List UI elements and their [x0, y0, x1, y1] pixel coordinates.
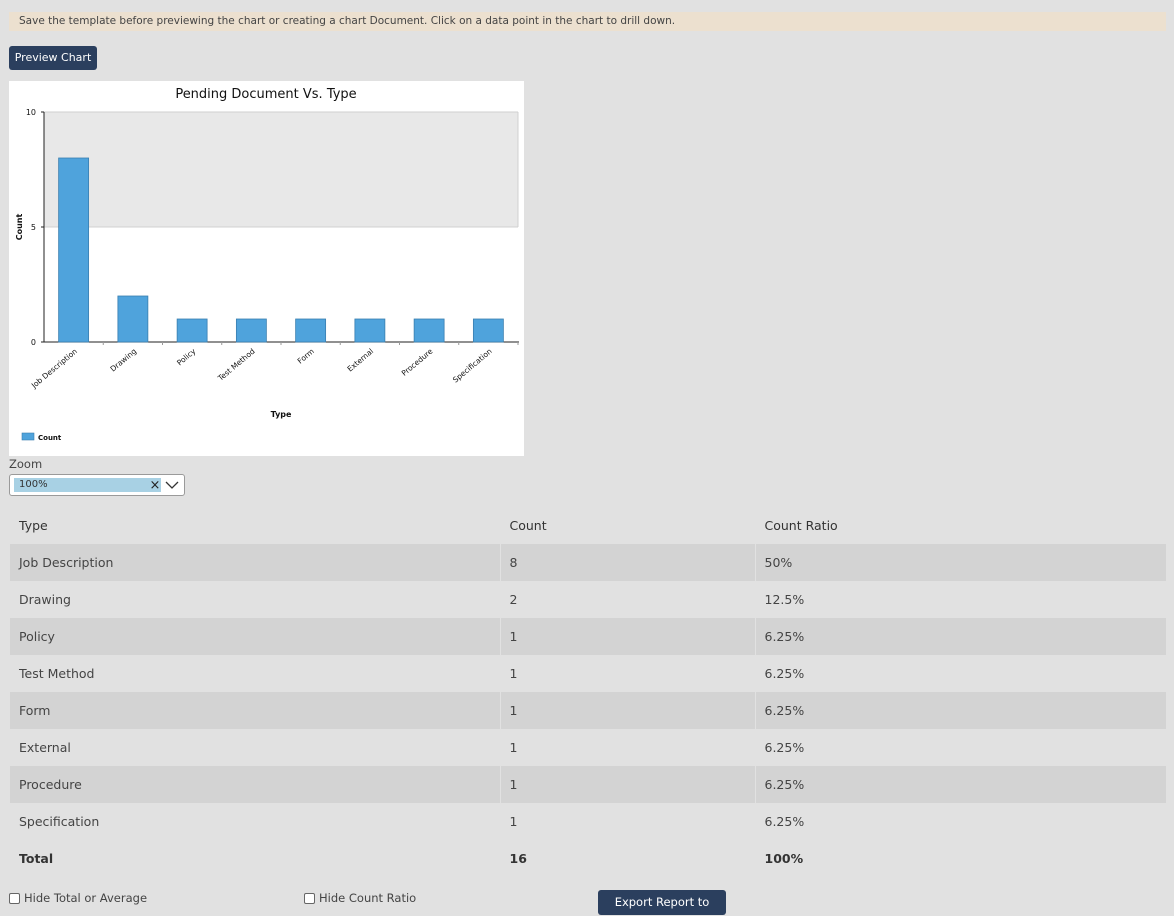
x-tick-label: External: [346, 347, 376, 374]
column-header-type[interactable]: Type: [10, 507, 500, 544]
table-row: External 1 6.25%: [10, 729, 1166, 766]
chevron-down-icon[interactable]: [165, 480, 179, 490]
cell-type: Test Method: [19, 666, 95, 681]
x-tick-label: Procedure: [400, 346, 435, 377]
zoom-selected-value: 100% ×: [14, 478, 162, 493]
bar-specification: [472, 318, 504, 343]
table-row: Drawing 2 12.5%: [10, 581, 1166, 618]
cell-count: 1: [499, 729, 755, 766]
cell-count: 1: [499, 618, 755, 655]
x-tick-label: Form: [296, 347, 316, 366]
legend-label: Count: [38, 434, 62, 442]
x-tick-label: Job Description: [29, 346, 79, 390]
cell-count: 1: [499, 803, 755, 840]
cell-ratio: 50%: [754, 544, 1166, 581]
x-tick-label: Policy: [175, 346, 198, 367]
column-header-count[interactable]: Count: [499, 507, 755, 544]
hide-total-option[interactable]: Hide Total or Average: [9, 891, 147, 905]
table-header-row: Type Count Count Ratio: [10, 507, 1166, 544]
y-axis-label: Count: [15, 214, 24, 241]
cell-ratio: 12.5%: [754, 581, 1166, 618]
cell-total-count: 16: [499, 840, 755, 876]
cell-type: Policy: [10, 618, 500, 655]
cell-type: Job Description: [10, 544, 500, 581]
cell-ratio: 6.25%: [754, 803, 1166, 840]
x-tick-label: Specification: [451, 346, 494, 384]
hide-total-label: Hide Total or Average: [24, 891, 148, 905]
bar-chart: Pending Document Vs. Type 0 5 10 Count Job De…: [15, 87, 519, 442]
zoom-value-text: 100%: [19, 479, 48, 490]
cell-total-ratio: 100%: [754, 840, 1166, 876]
cell-type: Procedure: [10, 766, 500, 803]
bar-test-method: [235, 318, 267, 343]
cell-ratio: 6.25%: [754, 618, 1166, 655]
x-axis-label: Type: [271, 410, 292, 419]
column-header-count-ratio[interactable]: Count Ratio: [754, 507, 1166, 544]
table-row: Job Description 8 50%: [10, 544, 1166, 581]
plot-band: [44, 112, 518, 227]
hide-ratio-option[interactable]: Hide Count Ratio: [304, 891, 416, 905]
zoom-select[interactable]: 100% ×: [9, 474, 185, 496]
preview-chart-button[interactable]: Preview Chart: [9, 46, 97, 70]
cell-type: Drawing: [19, 592, 71, 607]
bar-policy: [176, 318, 208, 343]
table-row: Form 1 6.25%: [10, 692, 1166, 729]
x-tick-label: Drawing: [108, 346, 138, 373]
cell-count: 8: [499, 544, 755, 581]
notice-banner: Save the template before previewing the …: [9, 12, 1166, 31]
table-row: Test Method 1 6.25%: [10, 655, 1166, 692]
bar-job-description: [58, 157, 90, 343]
table-row: Specification 1 6.25%: [10, 803, 1166, 840]
cell-ratio: 6.25%: [754, 729, 1166, 766]
table-row: Procedure 1 6.25%: [10, 766, 1166, 803]
cell-ratio: 6.25%: [754, 692, 1166, 729]
cell-count: 1: [499, 766, 755, 803]
cell-ratio: 6.25%: [754, 655, 1166, 692]
table-total-row: Total 16 100%: [10, 840, 1166, 876]
x-tick-label: Test Method: [215, 346, 256, 383]
table-row: Policy 1 6.25%: [10, 618, 1166, 655]
bar-drawing: [117, 295, 149, 343]
cell-type: External: [19, 740, 71, 755]
cell-count: 2: [499, 581, 755, 618]
export-to-excel-button[interactable]: Export Report to Excel: [598, 890, 726, 915]
cell-count: 1: [499, 655, 755, 692]
close-icon[interactable]: ×: [148, 479, 162, 493]
report-table: Type Count Count Ratio Job Description 8…: [10, 507, 1166, 876]
y-tick-label: 5: [31, 223, 36, 232]
cell-count: 1: [499, 692, 755, 729]
bar-external: [354, 318, 386, 343]
y-tick-label: 10: [26, 108, 36, 117]
zoom-label: Zoom: [9, 457, 43, 471]
bar-procedure: [413, 318, 445, 343]
cell-type: Form: [10, 692, 500, 729]
legend-swatch: [21, 432, 35, 441]
hide-ratio-label: Hide Count Ratio: [319, 891, 417, 905]
y-tick-label: 0: [31, 338, 36, 347]
bar-form: [295, 318, 327, 343]
chart-title: Pending Document Vs. Type: [175, 87, 356, 102]
cell-ratio: 6.25%: [754, 766, 1166, 803]
chart-container: Pending Document Vs. Type 0 5 10 Count Job De…: [9, 81, 524, 456]
hide-total-checkbox[interactable]: [9, 892, 20, 904]
hide-ratio-checkbox[interactable]: [304, 892, 315, 904]
cell-type: Specification: [19, 814, 100, 829]
cell-total-label: Total: [19, 850, 54, 866]
